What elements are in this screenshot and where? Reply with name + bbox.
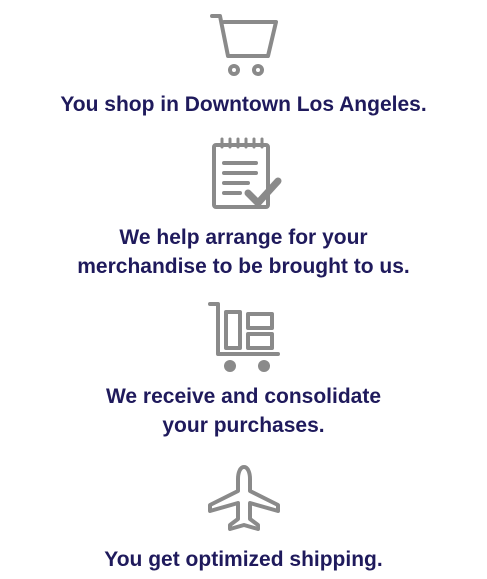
- step-caption: We help arrange for your merchandise to …: [0, 223, 487, 281]
- hand-truck-packages-icon: [207, 302, 280, 372]
- shopping-cart-icon: [209, 14, 278, 76]
- step-shop: You shop in Downtown Los Angeles.: [0, 10, 487, 119]
- notepad-checkmark-icon: [211, 137, 281, 209]
- step-caption: You get optimized shipping.: [104, 548, 383, 571]
- caption-line: We help arrange for your merchandise to …: [77, 226, 410, 278]
- airplane-icon: [207, 465, 280, 531]
- step-receive: We receive and consolidate your purchase…: [0, 300, 487, 440]
- step-caption: We receive and consolidate your purchase…: [0, 382, 487, 440]
- step-shipping: You get optimized shipping.: [0, 465, 487, 574]
- step-caption: You shop in Downtown Los Angeles.: [60, 93, 427, 116]
- caption-line: We receive and consolidate your purchase…: [105, 385, 382, 437]
- step-arrange: We help arrange for your merchandise to …: [0, 137, 487, 281]
